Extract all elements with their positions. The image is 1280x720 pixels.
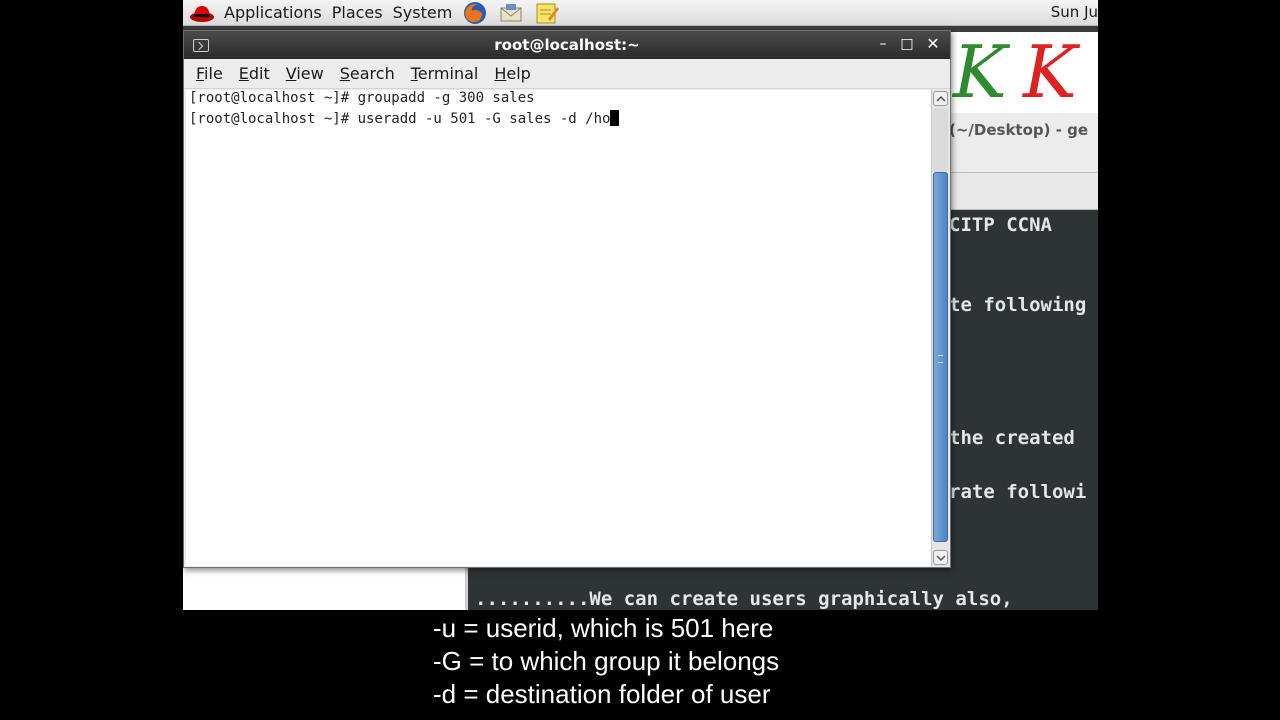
text-cursor xyxy=(610,110,620,126)
caption-block: -u = userid, which is 501 here -G = to w… xyxy=(433,612,779,711)
close-button[interactable]: ✕ xyxy=(924,35,942,53)
firefox-icon[interactable] xyxy=(462,1,488,25)
background-gedit-text-area[interactable]: CITP CCNA te following the created rate … xyxy=(943,210,1098,570)
caption-line: -u = userid, which is 501 here xyxy=(433,613,774,643)
redhat-logo-icon[interactable] xyxy=(189,2,215,24)
caption-line: -d = destination folder of user xyxy=(433,679,771,709)
terminal-line-text: [root@localhost ~]# useradd -u 501 -G sa… xyxy=(189,111,611,127)
scroll-up-arrow-icon[interactable] xyxy=(933,91,948,106)
text-editor-icon[interactable] xyxy=(534,1,560,25)
window-title: root@localhost:~ xyxy=(494,36,640,54)
places-menu[interactable]: Places xyxy=(327,0,388,26)
terminal-line-text: [root@localhost ~]# groupadd -g 300 sale… xyxy=(189,90,535,106)
minimize-button[interactable]: – xyxy=(874,35,892,53)
email-client-icon[interactable] xyxy=(498,1,524,25)
background-text-line: rate followi xyxy=(949,481,1087,503)
terminal-menubar: File Edit View Search Terminal Help xyxy=(184,59,950,89)
background-text-line: ..........We can create users graphicall… xyxy=(475,588,1013,610)
terminal-line: [root@localhost ~]# groupadd -g 300 sale… xyxy=(189,90,535,106)
terminal-line: [root@localhost ~]# useradd -u 501 -G sa… xyxy=(189,110,620,127)
background-logo-letter: K xyxy=(1023,30,1077,114)
background-text-line: te following xyxy=(949,294,1087,316)
menu-search[interactable]: Search xyxy=(332,62,403,85)
panel-clock[interactable]: Sun Ju xyxy=(1051,3,1098,21)
scrollbar-track[interactable] xyxy=(933,108,948,172)
top-panel: Applications Places System Sun Ju xyxy=(183,0,1098,26)
background-gedit-toolbar xyxy=(943,173,1098,210)
scrollbar-thumb[interactable] xyxy=(933,172,948,542)
scroll-down-arrow-icon[interactable] xyxy=(933,550,948,565)
terminal-text-area[interactable]: [root@localhost ~]# groupadd -g 300 sale… xyxy=(186,90,932,566)
terminal-scrollbar[interactable] xyxy=(931,90,949,566)
background-text-line: the created xyxy=(949,427,1075,449)
menu-file[interactable]: File xyxy=(188,62,231,85)
applications-menu[interactable]: Applications xyxy=(219,0,327,26)
menu-edit[interactable]: Edit xyxy=(231,62,278,85)
caption-line: -G = to which group it belongs xyxy=(433,646,780,676)
maximize-button[interactable]: □ xyxy=(898,35,916,53)
terminal-titlebar[interactable]: root@localhost:~ – □ ✕ xyxy=(184,31,950,59)
background-window-pane xyxy=(183,568,468,610)
menu-terminal[interactable]: Terminal xyxy=(403,62,487,85)
background-text-line: CITP CCNA xyxy=(949,214,1052,236)
background-gedit-titlebar[interactable]: (~/Desktop) - ge xyxy=(943,113,1098,173)
desktop-screen: Applications Places System Sun Ju K K (~… xyxy=(183,0,1098,610)
menu-help[interactable]: Help xyxy=(486,62,538,85)
background-editor-pane[interactable]: ..........We can create users graphicall… xyxy=(469,568,1098,610)
background-gedit-title: (~/Desktop) - ge xyxy=(949,121,1089,139)
background-logo-letter: K xyxy=(953,30,1007,114)
system-menu[interactable]: System xyxy=(388,0,458,26)
terminal-window[interactable]: root@localhost:~ – □ ✕ File Edit View Se… xyxy=(183,30,951,568)
menu-view[interactable]: View xyxy=(278,62,332,85)
